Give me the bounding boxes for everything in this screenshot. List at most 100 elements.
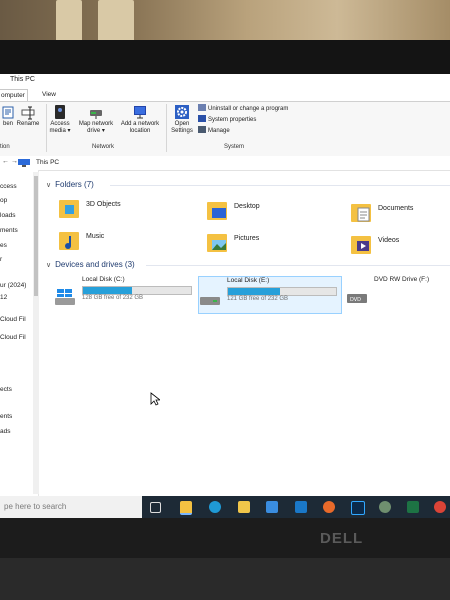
folder-label: Pictures (234, 235, 260, 242)
map-network-drive-icon (90, 110, 102, 119)
folder-videos[interactable]: Videos (350, 232, 450, 262)
address-bar[interactable]: ← → ↑ This PC (0, 156, 450, 171)
manage-label: Manage (208, 128, 230, 134)
remote-desktop-icon[interactable] (266, 501, 278, 513)
taskbar: pe here to search (0, 496, 450, 518)
add-network-location-label: Add a network location (120, 121, 160, 134)
windows-drive-icon (55, 289, 75, 305)
drives-section-header[interactable]: ∨ Devices and drives (3) (46, 260, 135, 269)
folder-label: Documents (378, 205, 414, 212)
ribbon-group-location: tion (0, 144, 10, 150)
folder-label: Desktop (234, 203, 260, 210)
3d-objects-folder-icon (59, 200, 79, 218)
dvd-drive-icon: DVD (347, 294, 367, 303)
folders-section-title: Folders (7) (55, 180, 94, 189)
address-path: This PC (36, 159, 60, 166)
rename-label: Rename (16, 121, 40, 127)
access-media-icon (55, 105, 65, 119)
system-properties-label: System properties (208, 117, 257, 123)
ribbon-group-network: Network (92, 144, 115, 150)
nav-item-desktop[interactable]: op (0, 197, 7, 204)
drive-usage-fill (83, 287, 132, 294)
uninstall-program-button[interactable]: Uninstall or change a program (198, 104, 288, 114)
drive-usage-bar (82, 286, 192, 295)
rename-icon (21, 106, 35, 120)
settings-gear-icon (175, 105, 189, 119)
nav-item-downloads-2[interactable]: ads (0, 428, 10, 435)
nav-item-12[interactable]: 12 (0, 294, 7, 301)
nav-scrollbar[interactable] (33, 172, 39, 494)
manage-icon (198, 126, 206, 133)
manage-button[interactable]: Manage (198, 126, 230, 136)
nav-item-3d-objects[interactable]: ects (0, 386, 12, 393)
uninstall-label: Uninstall or change a program (208, 106, 289, 112)
taskbar-search-box[interactable]: pe here to search (0, 496, 142, 518)
chrome-icon[interactable] (434, 501, 446, 513)
ribbon-tabs: omputer View (0, 89, 450, 102)
folder-3d-objects[interactable]: 3D Objects (58, 196, 208, 226)
drive-name: Local Disk (C:) (82, 276, 125, 283)
drive-c[interactable]: Local Disk (C:) 128 GB free of 232 GB (54, 276, 194, 312)
store-icon[interactable] (238, 501, 250, 513)
drive-free-space: 121 GB free of 232 GB (227, 296, 289, 302)
folder-pictures[interactable]: Pictures (206, 230, 356, 260)
search-placeholder: pe here to search (4, 502, 67, 511)
title-bar: This PC (0, 74, 450, 88)
mail-icon[interactable] (295, 501, 307, 513)
nav-item-r[interactable]: r (0, 256, 2, 263)
folder-label: Videos (378, 237, 400, 244)
app-icon[interactable] (379, 501, 391, 513)
section-divider (146, 265, 450, 266)
drive-usage-bar (227, 287, 337, 296)
add-network-location-button[interactable]: Add a network location (118, 104, 162, 135)
scrollbar-thumb[interactable] (34, 176, 38, 296)
firefox-icon[interactable] (323, 501, 335, 513)
wall-outlet (98, 0, 134, 44)
drive-e[interactable]: Local Disk (E:) 121 GB free of 232 GB (198, 276, 342, 314)
drives-section-title: Devices and drives (3) (55, 260, 135, 269)
edge-icon[interactable] (209, 501, 221, 513)
nav-item-documents[interactable]: ments (0, 227, 18, 234)
mouse-cursor-icon (150, 392, 160, 406)
drive-f[interactable]: DVD DVD RW Drive (F:) (346, 276, 450, 312)
network-location-icon (134, 106, 146, 119)
monitor-bezel-top (0, 40, 450, 74)
drive-free-space: 128 GB free of 232 GB (82, 295, 144, 301)
open-settings-button[interactable]: Open Settings (164, 104, 200, 135)
content-area: ∨ Folders (7) 3D Objects Desktop Document… (40, 170, 450, 500)
desktop-folder-icon (207, 202, 227, 220)
map-network-drive-label: Map network drive ▾ (78, 121, 114, 134)
access-media-label: Access media ▾ (49, 121, 71, 134)
section-divider (110, 185, 450, 186)
nav-item-documents-2[interactable]: ents (0, 413, 12, 420)
folder-desktop[interactable]: Desktop (206, 198, 356, 228)
music-folder-icon (59, 232, 79, 250)
excel-icon[interactable] (407, 501, 419, 513)
folder-label: 3D Objects (86, 201, 121, 208)
system-properties-button[interactable]: System properties (198, 115, 256, 125)
folder-documents[interactable]: Documents (350, 200, 450, 230)
nav-item-folder-2024[interactable]: ur (2024) (0, 282, 26, 289)
folders-section-header[interactable]: ∨ Folders (7) (46, 180, 94, 189)
chevron-down-icon: ∨ (46, 182, 52, 189)
photoshop-icon[interactable] (351, 501, 365, 515)
videos-folder-icon (351, 236, 371, 254)
nav-item-downloads[interactable]: loads (0, 212, 16, 219)
file-explorer-icon[interactable] (180, 501, 192, 515)
tab-view[interactable]: View (40, 89, 58, 101)
folder-label: Music (86, 233, 105, 240)
nav-item-pictures[interactable]: es (0, 242, 7, 249)
task-view-icon[interactable] (150, 502, 161, 513)
access-media-button[interactable]: Access media ▾ (42, 104, 78, 135)
svg-text:DVD: DVD (350, 297, 361, 303)
uninstall-icon (198, 104, 206, 111)
map-network-drive-button[interactable]: Map network drive ▾ (76, 104, 116, 135)
nav-item-cloud-files-2[interactable]: Cloud Fil (0, 334, 26, 341)
folder-music[interactable]: Music (58, 228, 208, 258)
nav-item-cloud-files-1[interactable]: Cloud Fil (0, 316, 26, 323)
wall-outlet (56, 0, 82, 44)
hard-drive-icon (200, 297, 220, 305)
rename-button[interactable]: Rename (10, 104, 46, 128)
nav-item-quick-access[interactable]: ccess (0, 183, 17, 190)
drive-name: DVD RW Drive (F:) (374, 276, 430, 283)
